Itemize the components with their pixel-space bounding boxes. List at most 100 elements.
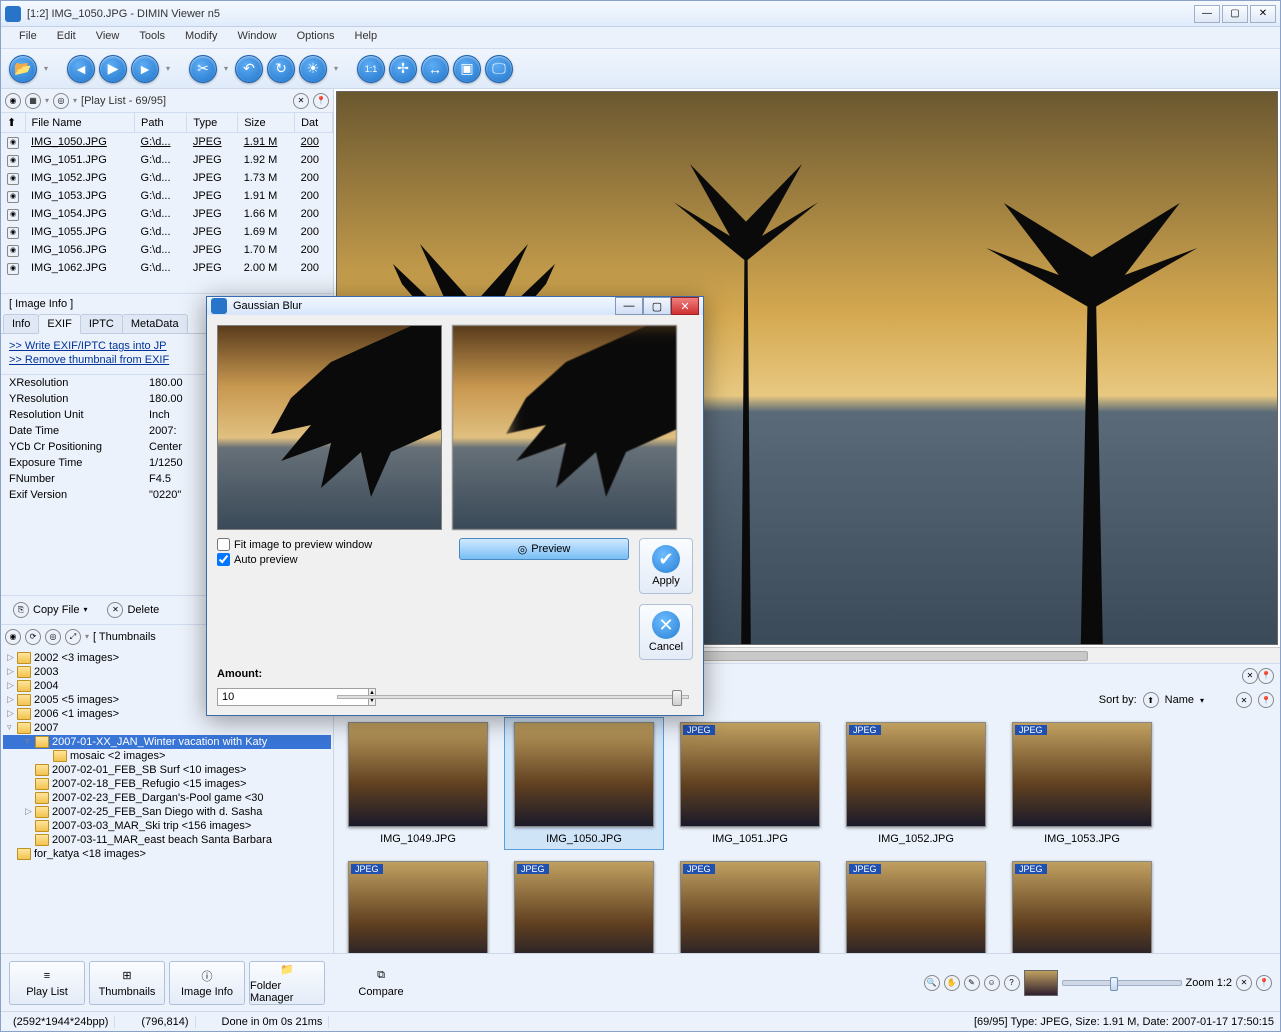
thumb-icon-2[interactable]: ⟳ xyxy=(25,629,41,645)
thumb-icon-1[interactable]: ◉ xyxy=(5,629,21,645)
menu-tools[interactable]: Tools xyxy=(129,27,175,48)
open-icon[interactable]: 📂 xyxy=(9,55,37,83)
next-icon[interactable]: ► xyxy=(131,55,159,83)
menu-options[interactable]: Options xyxy=(287,27,345,48)
write-exif-link[interactable]: >> Write EXIF/IPTC tags into JP xyxy=(9,340,167,352)
cancel-button[interactable]: ✕ Cancel xyxy=(639,604,693,660)
file-table[interactable]: ⬆ File Name Path Type Size Dat ◉IMG_1050… xyxy=(1,113,333,293)
thumbnail[interactable]: JPEG xyxy=(504,856,664,953)
fx-dropdown-icon[interactable]: ▾ xyxy=(331,55,341,83)
menu-file[interactable]: File xyxy=(9,27,47,48)
maximize-button[interactable]: ▢ xyxy=(1222,5,1248,23)
amount-spinner[interactable]: ▲▼ xyxy=(217,688,327,706)
thumbnail[interactable]: JPEG xyxy=(670,856,830,953)
thumbnail[interactable]: JPEGIMG_1051.JPG xyxy=(670,717,830,850)
menu-window[interactable]: Window xyxy=(227,27,286,48)
tab-iptc[interactable]: IPTC xyxy=(80,314,123,333)
tree-item[interactable]: 2007-02-01_FEB_SB Surf <10 images> xyxy=(3,763,331,777)
path-close-icon[interactable]: ✕ xyxy=(1242,668,1258,684)
thumbnail[interactable]: IMG_1050.JPG xyxy=(504,717,664,850)
preview-button[interactable]: ◎ Preview xyxy=(459,538,629,560)
folder-manager-button[interactable]: 📁Folder Manager xyxy=(249,961,325,1005)
tab-metadata[interactable]: MetaData xyxy=(122,314,188,333)
bottom-pin-icon[interactable]: 📍 xyxy=(1256,975,1272,991)
tree-item[interactable]: 2007-03-03_MAR_Ski trip <156 images> xyxy=(3,819,331,833)
tab-info[interactable]: Info xyxy=(3,314,39,333)
fit-icon[interactable]: ✢ xyxy=(389,55,417,83)
cut-dropdown-icon[interactable]: ▾ xyxy=(221,55,231,83)
dialog-minimize-button[interactable]: — xyxy=(615,297,643,315)
table-row[interactable]: ◉IMG_1053.JPGG:\d...JPEG1.91 M200 xyxy=(1,187,333,205)
col-path[interactable]: Path xyxy=(135,113,187,133)
tree-item[interactable]: ▿2007-01-XX_JAN_Winter vacation with Kat… xyxy=(3,735,331,749)
close-button[interactable]: ✕ xyxy=(1250,5,1276,23)
bottom-close-icon[interactable]: ✕ xyxy=(1236,975,1252,991)
table-row[interactable]: ◉IMG_1051.JPGG:\d...JPEG1.92 M200 xyxy=(1,151,333,169)
playlist-icon-2[interactable]: ▦ xyxy=(25,93,41,109)
tool-icon-5[interactable]: ? xyxy=(1004,975,1020,991)
copy-file-button[interactable]: ⎘ Copy File ▾ xyxy=(7,600,93,620)
dialog-close-button[interactable]: ✕ xyxy=(671,297,699,315)
brightness-icon[interactable]: ☀ xyxy=(299,55,327,83)
thumb-icon-3[interactable]: ◎ xyxy=(45,629,61,645)
thumb-close-icon[interactable]: ✕ xyxy=(1236,692,1252,708)
redo-icon[interactable]: ↻ xyxy=(267,55,295,83)
auto-preview-checkbox[interactable]: Auto preview xyxy=(217,553,449,566)
open-dropdown-icon[interactable]: ▾ xyxy=(41,55,51,83)
dialog-titlebar[interactable]: Gaussian Blur — ▢ ✕ xyxy=(207,297,703,315)
tab-exif[interactable]: EXIF xyxy=(38,314,80,334)
sort-value[interactable]: Name xyxy=(1165,694,1194,706)
menu-view[interactable]: View xyxy=(86,27,130,48)
playlist-pin-icon[interactable]: 📍 xyxy=(313,93,329,109)
fit-image-checkbox[interactable]: Fit image to preview window xyxy=(217,538,449,551)
remove-thumb-link[interactable]: >> Remove thumbnail from EXIF xyxy=(9,354,169,366)
minimize-button[interactable]: — xyxy=(1194,5,1220,23)
tree-item[interactable]: ▷2007-02-25_FEB_San Diego with d. Sasha xyxy=(3,805,331,819)
tree-item[interactable]: 2007-02-23_FEB_Dargan's-Pool game <30 xyxy=(3,791,331,805)
menu-modify[interactable]: Modify xyxy=(175,27,227,48)
sort-dir-icon[interactable]: ⬆ xyxy=(1143,692,1159,708)
table-row[interactable]: ◉IMG_1062.JPGG:\d...JPEG2.00 M200 xyxy=(1,259,333,277)
thumbnail[interactable]: JPEG xyxy=(836,856,996,953)
tree-item[interactable]: for_katya <18 images> xyxy=(3,847,331,861)
thumbnail[interactable]: JPEG xyxy=(338,856,498,953)
image-info-button[interactable]: ⓘImage Info xyxy=(169,961,245,1005)
playlist-button[interactable]: ≡Play List xyxy=(9,961,85,1005)
col-type[interactable]: Type xyxy=(187,113,238,133)
delete-button[interactable]: ✕ Delete xyxy=(101,600,165,620)
thumbnail[interactable]: IMG_1049.JPG xyxy=(338,717,498,850)
nav-dropdown-icon[interactable]: ▾ xyxy=(163,55,173,83)
thumbnail[interactable]: JPEG xyxy=(1002,856,1162,953)
tree-item[interactable]: 2007-02-18_FEB_Refugio <15 images> xyxy=(3,777,331,791)
playlist-icon-1[interactable]: ◉ xyxy=(5,93,21,109)
playlist-icon-3[interactable]: ◎ xyxy=(53,93,69,109)
preview-original[interactable] xyxy=(217,325,442,530)
fullscreen-icon[interactable]: ▣ xyxy=(453,55,481,83)
col-size[interactable]: Size xyxy=(238,113,295,133)
tool-icon-3[interactable]: ✎ xyxy=(964,975,980,991)
table-row[interactable]: ◉IMG_1054.JPGG:\d...JPEG1.66 M200 xyxy=(1,205,333,223)
col-icon[interactable]: ⬆ xyxy=(1,113,25,133)
compare-button[interactable]: ⧉Compare xyxy=(343,961,419,1005)
zoom-slider[interactable] xyxy=(1062,980,1182,986)
amount-slider[interactable] xyxy=(337,695,689,699)
fit-width-icon[interactable]: ↔ xyxy=(421,55,449,83)
tool-icon-1[interactable]: 🔍 xyxy=(924,975,940,991)
thumb-icon-4[interactable]: ⤢ xyxy=(65,629,81,645)
thumb-pin-icon[interactable]: 📍 xyxy=(1258,692,1274,708)
tree-item[interactable]: ▿2007 xyxy=(3,721,331,735)
tool-icon-4[interactable]: ☺ xyxy=(984,975,1000,991)
thumbnail[interactable]: JPEGIMG_1052.JPG xyxy=(836,717,996,850)
preview-result[interactable] xyxy=(452,325,677,530)
thumbnail[interactable]: JPEGIMG_1053.JPG xyxy=(1002,717,1162,850)
preview-thumbnail[interactable] xyxy=(1024,970,1058,996)
table-row[interactable]: ◉IMG_1056.JPGG:\d...JPEG1.70 M200 xyxy=(1,241,333,259)
dialog-maximize-button[interactable]: ▢ xyxy=(643,297,671,315)
thumbnails-button[interactable]: ⊞Thumbnails xyxy=(89,961,165,1005)
table-row[interactable]: ◉IMG_1055.JPGG:\d...JPEG1.69 M200 xyxy=(1,223,333,241)
apply-button[interactable]: ✔ Apply xyxy=(639,538,693,594)
play-icon[interactable]: ▶ xyxy=(99,55,127,83)
menu-help[interactable]: Help xyxy=(345,27,388,48)
table-row[interactable]: ◉IMG_1050.JPGG:\d...JPEG1.91 M200 xyxy=(1,133,333,152)
playlist-close-icon[interactable]: ✕ xyxy=(293,93,309,109)
